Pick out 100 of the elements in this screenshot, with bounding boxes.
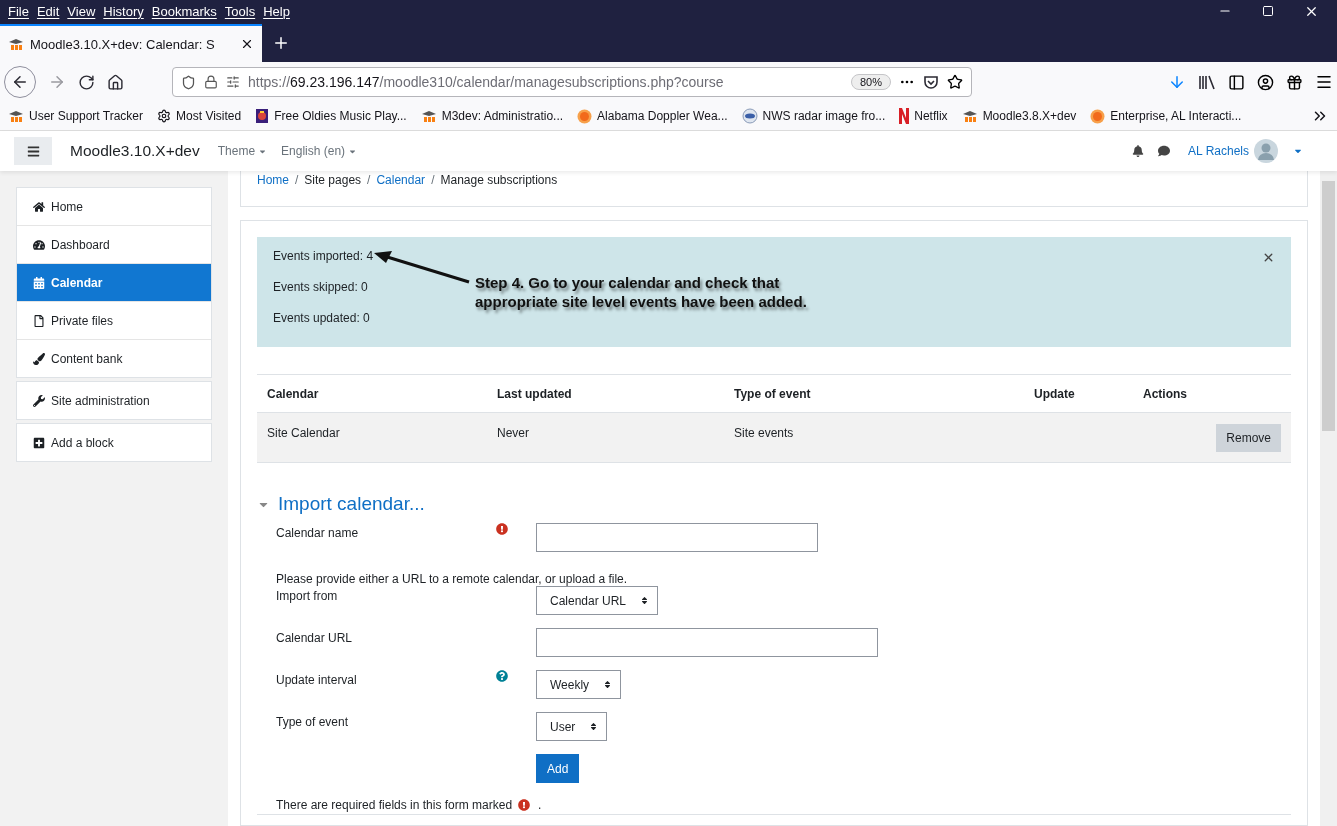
- radio-icon: [255, 108, 270, 124]
- globe-icon: [741, 108, 758, 124]
- brush-icon: [33, 352, 45, 365]
- new-tab-icon[interactable]: [272, 34, 290, 52]
- mortarboard-icon: [8, 110, 24, 122]
- menu-icon: [26, 144, 40, 158]
- dropdown-menu[interactable]: Theme: [217, 144, 268, 158]
- dropdown-menu[interactable]: English (en): [281, 144, 358, 158]
- url-text: https://69.23.196.147/moodle310/calendar/managesubscriptions.php?course: [248, 74, 725, 90]
- column-header: Calendar: [266, 386, 320, 401]
- form-note: There are required fields in this form marked: [276, 798, 513, 812]
- field-label: Update interval: [276, 672, 358, 687]
- bookmark[interactable]: User Support Tracker: [8, 109, 144, 123]
- menu-icon[interactable]: [1315, 73, 1333, 91]
- sun-icon: [1090, 108, 1106, 124]
- wrench-icon: [33, 394, 45, 407]
- table-cell-text: Site Calendar: [266, 425, 341, 440]
- column-header: Last updated: [496, 386, 573, 401]
- avatar[interactable]: [1253, 138, 1279, 164]
- alert-text: Events updated: 0: [273, 311, 370, 325]
- select-field[interactable]: User: [536, 712, 608, 741]
- reload-icon: [78, 73, 95, 91]
- breadcrumb-separator: /: [367, 173, 371, 187]
- column-header: Type of event: [733, 386, 812, 401]
- close-icon[interactable]: [240, 37, 254, 51]
- library-icon[interactable]: [1198, 74, 1216, 90]
- menu-item[interactable]: Bookmarks: [147, 3, 221, 19]
- scroll-thumb[interactable]: [1322, 181, 1335, 431]
- bookmark[interactable]: Netflix: [899, 108, 948, 124]
- bookmark[interactable]: Alabama Doppler Wea...: [577, 108, 728, 124]
- menu-item[interactable]: Edit: [32, 3, 64, 19]
- menu-item[interactable]: Tools: [220, 3, 260, 19]
- sun-icon: [577, 108, 593, 124]
- bookmark-label: Most Visited: [176, 109, 242, 123]
- breadcrumb-item: Site pages: [304, 173, 362, 187]
- menu-item[interactable]: History: [99, 3, 148, 19]
- mortarboard-icon: [961, 110, 978, 122]
- menu-item[interactable]: File: [4, 3, 33, 19]
- breadcrumb-link[interactable]: Home: [257, 173, 289, 187]
- bookmark-label: Moodle3.8.X+dev: [982, 109, 1077, 123]
- section-heading[interactable]: Import calendar...: [278, 493, 425, 515]
- bell-icon[interactable]: [1132, 145, 1145, 157]
- period-text: .: [538, 798, 542, 812]
- sidebar-icon[interactable]: [1228, 73, 1245, 91]
- chat-icon[interactable]: [1158, 145, 1171, 157]
- breadcrumb-link[interactable]: Calendar: [376, 173, 426, 187]
- sort-icon: [640, 596, 650, 605]
- bookmark-label: Enterprise, AL Interacti...: [1110, 109, 1242, 123]
- permissions-icon: [226, 75, 240, 89]
- select-field[interactable]: Weekly: [536, 670, 622, 699]
- file-icon: [33, 314, 45, 327]
- nav-item[interactable]: Calendar: [17, 263, 211, 301]
- table-cell-text: Never: [496, 425, 530, 440]
- select-field[interactable]: Calendar URL: [536, 586, 659, 615]
- text-field[interactable]: [536, 628, 878, 657]
- gauge-icon: [33, 238, 45, 251]
- table-cell-text: Site events: [733, 425, 795, 440]
- house-icon: [107, 73, 124, 91]
- help-icon[interactable]: [496, 670, 508, 682]
- bookmark[interactable]: Enterprise, AL Interacti...: [1090, 108, 1242, 124]
- gift-icon[interactable]: [1286, 73, 1303, 91]
- pocket-icon[interactable]: [923, 74, 939, 90]
- close-icon[interactable]: [1262, 251, 1275, 264]
- star-icon[interactable]: [947, 74, 963, 90]
- sort-icon: [603, 680, 613, 689]
- bookmark-label: Netflix: [914, 109, 948, 123]
- add-button[interactable]: Add: [536, 754, 580, 783]
- account-icon[interactable]: [1257, 73, 1274, 91]
- menu-item[interactable]: View: [63, 3, 100, 19]
- field-label: Calendar URL: [276, 630, 354, 645]
- bookmark[interactable]: Free Oldies Music Play...: [255, 108, 407, 124]
- maximize-icon[interactable]: [1262, 5, 1274, 17]
- field-label: Type of event: [276, 714, 350, 729]
- bookmark-label: Free Oldies Music Play...: [274, 109, 407, 123]
- browser-tab[interactable]: Moodle3.10.X+dev: Calendar: S: [0, 24, 262, 62]
- text-field[interactable]: [536, 523, 818, 552]
- scrollbar[interactable]: [1320, 171, 1337, 826]
- home-button[interactable]: [107, 73, 124, 91]
- field-label: Import from: [276, 588, 339, 603]
- address-bar[interactable]: https://69.23.196.147/moodle310/calendar/managesubscriptions.php?course 80%: [172, 67, 972, 97]
- menu-item[interactable]: Help: [259, 3, 294, 19]
- site-name[interactable]: Moodle3.10.X+dev: [70, 142, 200, 160]
- form-note: Please provide either a URL to a remote calendar, or upload a file.: [276, 572, 628, 586]
- download-icon[interactable]: [1168, 73, 1186, 91]
- lock-icon: [204, 75, 218, 89]
- mortarboard-icon: [420, 110, 437, 122]
- field-label: Calendar name: [276, 525, 360, 540]
- house-icon: [33, 200, 45, 213]
- user-name[interactable]: AL Rachels: [1188, 144, 1249, 158]
- reload-button[interactable]: [78, 73, 95, 91]
- bookmark[interactable]: NWS radar image fro...: [741, 108, 886, 124]
- bookmark[interactable]: Most Visited: [157, 109, 242, 123]
- calendar-icon: [33, 276, 45, 289]
- menu-button[interactable]: [14, 137, 52, 165]
- column-header: Update: [1033, 386, 1076, 401]
- bookmark[interactable]: Moodle3.8.X+dev: [961, 109, 1077, 123]
- breadcrumb-separator: /: [295, 173, 299, 187]
- required-icon: [518, 799, 531, 811]
- remove-button[interactable]: Remove: [1216, 423, 1281, 452]
- zoom-level[interactable]: 80%: [850, 74, 891, 90]
